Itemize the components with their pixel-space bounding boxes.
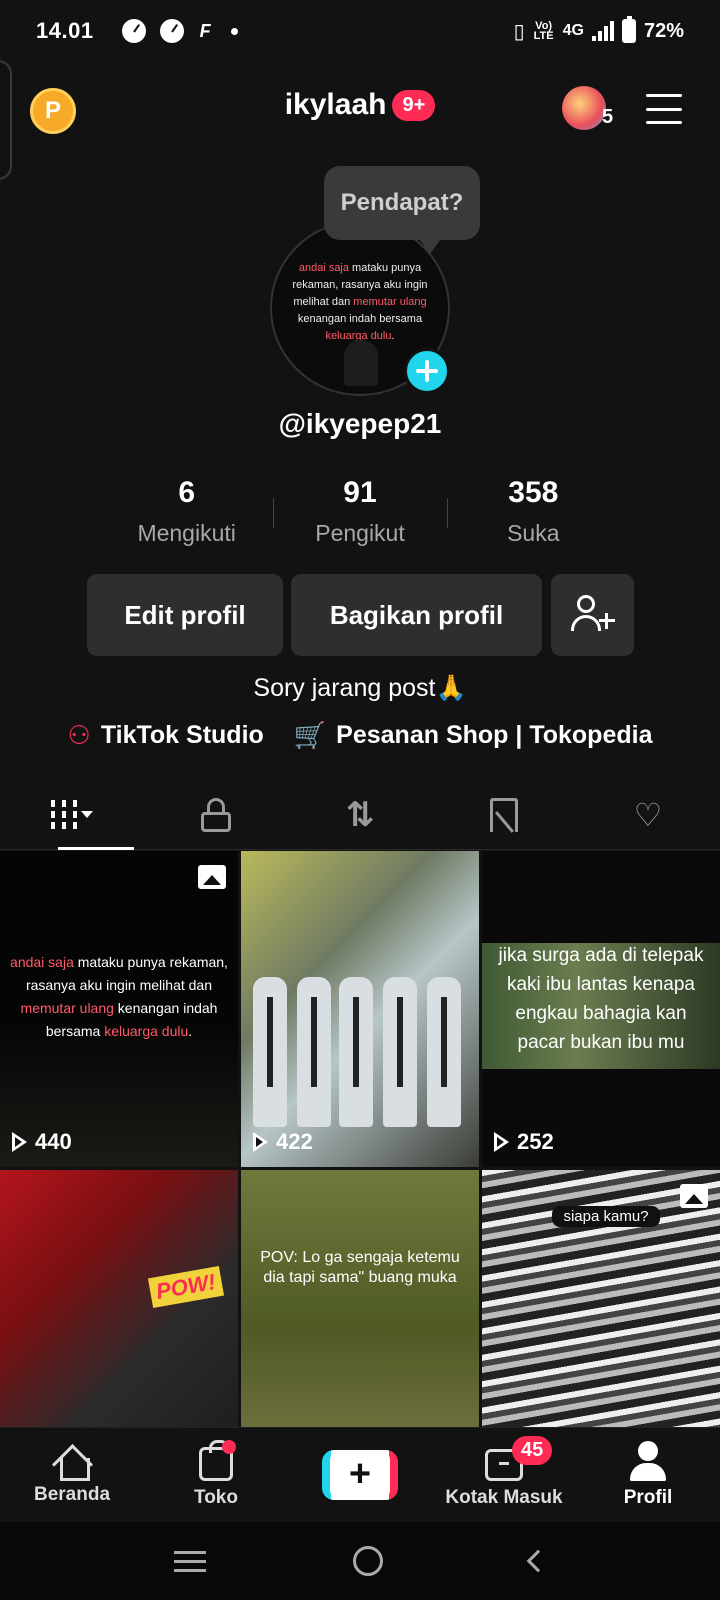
view-count: 252 xyxy=(494,1129,554,1155)
battery-icon xyxy=(621,16,636,43)
profile-header: P ikylaah 9+ 5 xyxy=(0,74,720,146)
profile-picture-figure xyxy=(344,340,378,386)
thumbnail-caption: jika surga ada di telepak kaki ibu lanta… xyxy=(498,945,704,1053)
content-tabs: ⇅ ♡ xyxy=(0,780,720,850)
notification-badge: 9+ xyxy=(392,89,436,121)
video-thumbnail[interactable]: jika surga ada di telepak kaki ibu lanta… xyxy=(482,851,720,1167)
tab-private[interactable] xyxy=(144,780,288,849)
play-icon xyxy=(494,1132,509,1152)
followers-count: 91 xyxy=(343,476,377,509)
vibrate-icon: ▯ xyxy=(513,20,525,43)
speedometer-icon xyxy=(159,19,184,43)
create-button[interactable]: + xyxy=(322,1449,398,1500)
video-grid: andai saja mataku punya rekaman, rasanya… xyxy=(0,851,720,1486)
user-handle: @ikyepep21 xyxy=(278,408,442,439)
bottom-navigation: Beranda Toko + 45 Kotak Masuk Profil xyxy=(0,1427,720,1521)
following-stat[interactable]: 6 Mengikuti xyxy=(100,476,273,547)
likes-stat[interactable]: 358 Suka xyxy=(446,476,620,547)
pow-sticker: POW! xyxy=(147,1265,224,1309)
video-thumbnail[interactable]: 422 xyxy=(241,851,479,1167)
repost-icon: ⇅ xyxy=(345,795,375,834)
menu-icon[interactable] xyxy=(646,94,682,124)
cart-icon: 🛒 xyxy=(293,720,327,750)
home-icon xyxy=(54,1444,90,1481)
nav-profile-label: Profil xyxy=(623,1486,673,1508)
tiktok-studio-label: TikTok Studio xyxy=(100,721,264,749)
profile-picture-text: andai saja mataku punya rekaman, rasanya… xyxy=(292,262,428,342)
network-type: 4G xyxy=(562,22,584,39)
tab-favorites[interactable] xyxy=(432,780,576,849)
likes-label: Suka xyxy=(507,520,560,546)
system-navigation xyxy=(0,1522,720,1600)
add-user-icon xyxy=(570,593,615,637)
shop-orders-label: Pesanan Shop | Tokopedia xyxy=(336,721,653,749)
status-time: 14.01 xyxy=(36,18,94,43)
photo-icon xyxy=(198,865,226,889)
view-count: 440 xyxy=(12,1129,72,1155)
tiktok-studio-link[interactable]: ⚇ TikTok Studio xyxy=(68,720,264,751)
back-icon[interactable] xyxy=(526,1549,550,1573)
share-profile-button[interactable]: Bagikan profil xyxy=(291,574,542,656)
followers-stat[interactable]: 91 Pengikut xyxy=(273,476,446,547)
profile-stats: 6 Mengikuti 91 Pengikut 358 Suka xyxy=(100,476,620,547)
new-dot xyxy=(222,1440,236,1454)
volte-icon: Vo) LTE xyxy=(533,20,554,42)
photo-icon xyxy=(680,1184,708,1208)
signal-icon xyxy=(591,21,614,41)
thumbnail-caption: POV: Lo ga sengaja ketemu dia tapi sama"… xyxy=(260,1249,460,1286)
home-circle-icon[interactable] xyxy=(352,1546,383,1576)
videos-grid-icon xyxy=(51,799,77,830)
tab-liked[interactable]: ♡ xyxy=(576,780,720,849)
add-friends-button[interactable] xyxy=(551,574,634,656)
status-bar: 14.01 F ▯ Vo) LTE 4G 72% xyxy=(0,0,720,62)
username[interactable]: ikylaah xyxy=(285,88,387,122)
recents-icon[interactable] xyxy=(173,1550,206,1572)
app-notification-icon: F xyxy=(199,20,211,41)
liked-icon: ♡ xyxy=(633,796,663,833)
plus-icon: + xyxy=(330,1449,390,1500)
profile-bio: Sory jarang post🙏 xyxy=(253,674,467,702)
profile-icon xyxy=(630,1440,666,1481)
nav-home-label: Beranda xyxy=(33,1483,111,1505)
video-thumbnail[interactable]: andai saja mataku punya rekaman, rasanya… xyxy=(0,851,238,1167)
thumbnail-caption: andai saja mataku punya rekaman, rasanya… xyxy=(10,954,228,1039)
tab-videos[interactable] xyxy=(0,780,144,850)
nav-inbox-label: Kotak Masuk xyxy=(445,1486,563,1508)
followers-label: Pengikut xyxy=(315,520,405,546)
following-count: 6 xyxy=(178,476,195,509)
following-label: Mengikuti xyxy=(137,520,236,546)
edit-profile-button[interactable]: Edit profil xyxy=(87,574,283,656)
view-count: 422 xyxy=(253,1129,313,1155)
creator-icon: ⚇ xyxy=(67,720,91,750)
profile-links: ⚇ TikTok Studio 🛒 Pesanan Shop | Tokoped… xyxy=(0,720,720,751)
more-notifications-icon xyxy=(230,27,238,35)
battery-percent: 72% xyxy=(643,19,684,42)
lock-icon xyxy=(201,797,231,832)
visitor-avatar[interactable] xyxy=(562,86,606,130)
nav-shop[interactable]: Toko xyxy=(144,1428,288,1521)
speedometer-icon xyxy=(121,19,146,43)
side-drawer-handle[interactable] xyxy=(0,60,12,180)
thumbnail-caption: siapa kamu? xyxy=(552,1206,660,1227)
bookmark-icon xyxy=(490,797,518,832)
nav-home[interactable]: Beranda xyxy=(0,1428,144,1521)
inbox-badge: 45 xyxy=(512,1436,553,1465)
play-icon xyxy=(253,1132,268,1152)
nav-inbox[interactable]: 45 Kotak Masuk xyxy=(432,1428,576,1521)
opinion-tooltip[interactable]: Pendapat? xyxy=(324,166,480,254)
nav-shop-label: Toko xyxy=(194,1486,238,1508)
nav-create[interactable]: + xyxy=(288,1428,432,1521)
add-story-button[interactable] xyxy=(404,348,450,394)
play-icon xyxy=(12,1132,27,1152)
visitor-count: 5 xyxy=(602,106,614,128)
shop-orders-link[interactable]: 🛒 Pesanan Shop | Tokopedia xyxy=(294,720,653,751)
likes-count: 358 xyxy=(508,476,559,509)
tab-reposts[interactable]: ⇅ xyxy=(288,780,432,849)
chevron-down-icon xyxy=(81,811,93,818)
nav-profile[interactable]: Profil xyxy=(576,1428,720,1521)
